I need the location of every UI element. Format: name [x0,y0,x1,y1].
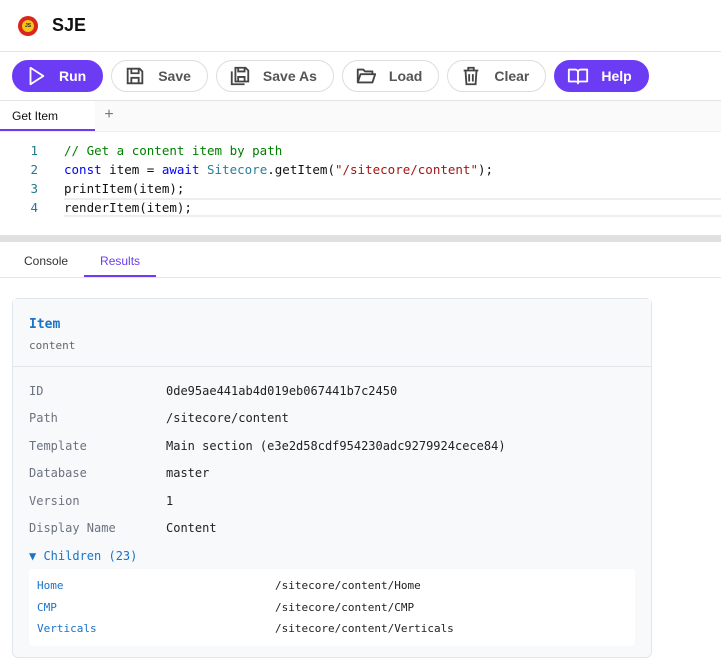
field-row: ID 0de95ae441ab4d019eb067441b7c2450 [29,377,635,405]
help-button[interactable]: Help [554,60,649,92]
item-card: Item content ID 0de95ae441ab4d019eb067441… [12,298,652,658]
folder-open-icon [356,68,376,84]
field-key: Template [29,438,87,453]
toolbar: Run Save Save As Load Clear Help [0,52,721,101]
field-row: Database master [29,460,635,488]
save-button[interactable]: Save [111,60,208,92]
save-label: Save [158,68,191,84]
tab-results[interactable]: Results [84,242,157,277]
child-link[interactable]: Verticals [37,622,275,635]
save-icon [126,67,144,85]
item-subtitle: content [29,339,76,352]
tab-get-item[interactable]: Get Item [0,101,95,131]
field-value: 0de95ae441ab4d019eb067441b7c2450 [166,383,398,398]
child-path: /sitecore/content/Home [275,579,421,593]
app-logo: JS [18,15,38,36]
result-tabs: Console Results [0,242,721,278]
line-number: 1 [30,143,38,158]
load-label: Load [388,68,423,84]
line-number: 3 [30,181,38,196]
field-value: Content [166,521,217,536]
child-row: Home/sitecore/content/Home [37,575,627,597]
clear-button[interactable]: Clear [447,60,547,92]
field-key: Path [29,411,58,426]
field-key: Display Name [29,521,116,536]
child-path: /sitecore/content/CMP [275,600,415,614]
add-tab-button[interactable]: + [95,101,123,131]
child-link[interactable]: CMP [37,601,275,614]
code-line: // Get a content item by path [64,143,283,158]
field-row: Template Main section (e3e2d58cdf954230ad… [29,432,635,460]
field-key: ID [29,383,44,398]
run-label: Run [59,68,87,84]
save-as-label: Save As [262,68,317,84]
child-row: CMP/sitecore/content/CMP [37,597,627,619]
load-button[interactable]: Load [341,60,440,92]
app-title: SJE [52,15,87,35]
child-path: /sitecore/content/Verticals [275,622,454,636]
app-header: JS SJE [0,0,721,52]
play-icon [29,66,45,86]
item-title: Item [29,317,61,332]
field-key: Version [29,493,80,508]
code-line: const item = await Sitecore.getItem("/si… [64,162,494,177]
children-toggle[interactable]: ▼ Children (23) [13,549,651,563]
book-icon [568,68,589,85]
field-value: /sitecore/content [166,411,289,426]
field-value: Main section (e3e2d58cdf954230adc9279924… [166,438,506,453]
code-line: renderItem(item); [64,198,721,217]
clear-label: Clear [494,68,530,84]
field-value: 1 [166,493,174,508]
run-button[interactable]: Run [12,60,104,92]
tab-console[interactable]: Console [8,242,84,277]
field-row: Display Name Content [29,515,635,543]
field-value: master [166,466,210,481]
save-as-icon [230,66,250,86]
help-label: Help [601,68,632,84]
save-as-button[interactable]: Save As [215,60,334,92]
field-row: Path/sitecore/content [29,405,635,433]
line-number: 4 [30,200,38,215]
child-link[interactable]: Home [37,579,275,592]
trash-icon [464,66,479,86]
child-row: Verticals/sitecore/content/Verticals [37,618,627,640]
editor-tabs: Get Item + [0,101,721,132]
children-list: Home/sitecore/content/Home CMP/sitecore/c… [29,569,635,646]
code-editor[interactable]: 1 // Get a content item by path 2 const it… [0,132,721,235]
line-number: 2 [30,162,38,177]
field-key: Database [29,466,87,481]
panel-divider[interactable] [0,235,721,242]
code-line: printItem(item); [64,181,185,196]
field-row: Version 1 [29,487,635,515]
